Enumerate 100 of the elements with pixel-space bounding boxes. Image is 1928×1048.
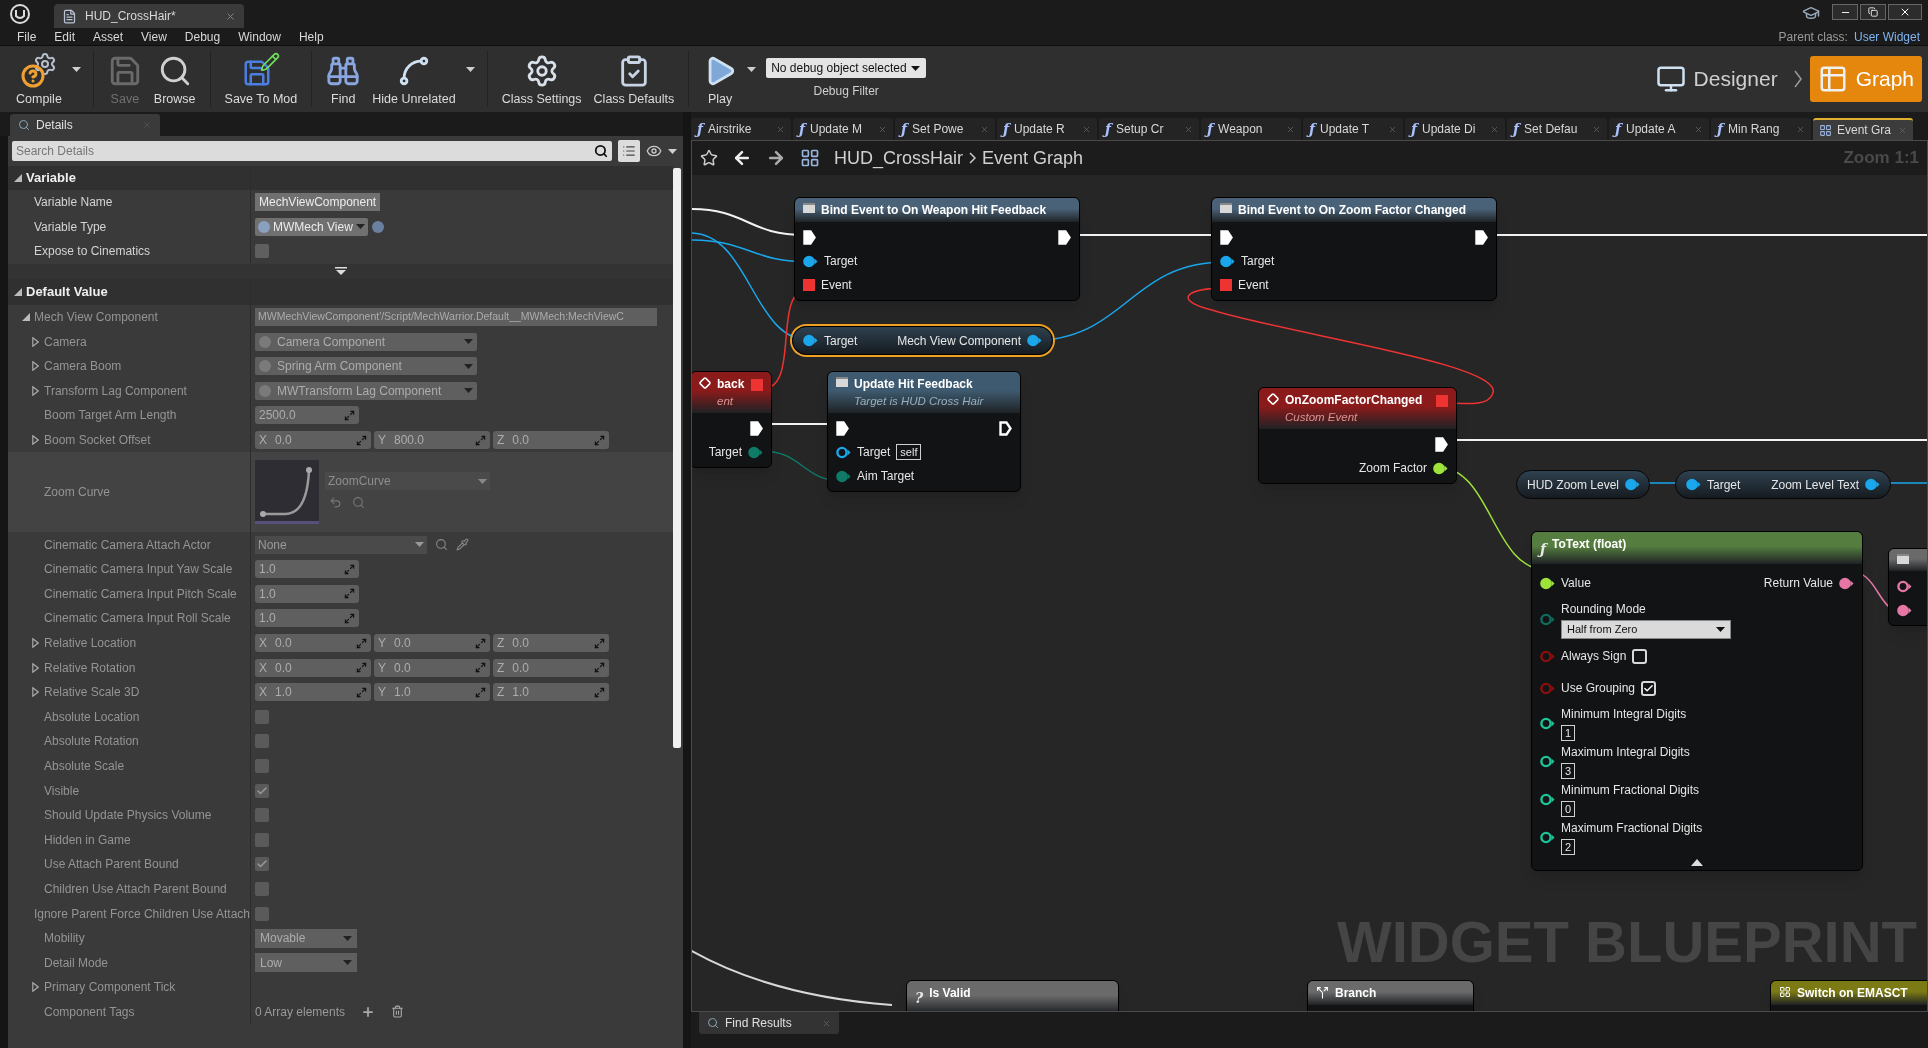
find-button[interactable]: Find <box>320 49 367 109</box>
function-tab[interactable]: ƒ Airstrike <box>691 118 791 140</box>
exec-pin[interactable] <box>1058 229 1071 245</box>
caret-icon[interactable] <box>747 66 757 72</box>
data-pin[interactable] <box>1540 754 1555 768</box>
drag-arrow-icon[interactable] <box>344 588 355 600</box>
variable-node[interactable]: Target Mech View Component <box>792 326 1053 355</box>
collapsed-arrow-icon[interactable] <box>32 982 39 993</box>
checkbox[interactable] <box>255 857 269 872</box>
forward-icon[interactable] <box>766 148 786 168</box>
function-tab[interactable]: ƒ Set Powe <box>895 118 995 140</box>
exec-pin[interactable] <box>750 420 763 436</box>
data-pin[interactable] <box>1540 792 1555 806</box>
checkbox[interactable] <box>255 709 269 724</box>
star-icon[interactable] <box>700 149 718 167</box>
collapsed-arrow-icon[interactable] <box>32 638 39 648</box>
play-button[interactable]: Play <box>697 49 744 109</box>
search-icon[interactable] <box>594 144 608 158</box>
graph-node[interactable]: Bind Event to On Weapon Hit Feedback Target Event <box>794 197 1080 301</box>
close-icon[interactable] <box>1184 124 1193 134</box>
view-options-button[interactable] <box>618 140 640 162</box>
data-pin[interactable] <box>1625 478 1641 491</box>
collapsed-arrow-icon[interactable] <box>32 336 39 347</box>
collapse-arrow-icon[interactable] <box>1691 859 1703 866</box>
data-pin[interactable] <box>1839 576 1854 590</box>
close-icon[interactable] <box>225 10 236 22</box>
drag-arrow-icon[interactable] <box>594 637 605 649</box>
browse-button[interactable]: Browse <box>147 49 202 109</box>
graph-node[interactable]: ƒ ToText (float) Value Return Value Rounding Mode Half from Zero Always Sign Use Grouping Minimum Integral Digits 1 Maximum Integral Digits 3 Minimum Fractional Digits 0 Maximum Fractional Digits 2 <box>1531 531 1863 871</box>
exec-pin[interactable] <box>999 420 1012 436</box>
function-tab[interactable]: ƒ Update T <box>1303 118 1403 140</box>
exec-pin[interactable] <box>836 420 849 436</box>
menu-item[interactable]: Asset <box>84 27 133 46</box>
back-icon[interactable] <box>732 148 752 168</box>
menu-item[interactable]: Debug <box>175 27 230 46</box>
back-arrow-icon[interactable] <box>329 496 342 510</box>
close-icon[interactable] <box>1388 124 1397 134</box>
menu-item[interactable]: View <box>132 27 176 46</box>
pin-value-field[interactable]: 0 <box>1561 801 1576 817</box>
function-tab[interactable]: ƒ Update Di <box>1405 118 1505 140</box>
checkbox[interactable] <box>255 734 269 749</box>
drag-arrow-icon[interactable] <box>475 686 486 698</box>
class-settings-button[interactable]: Class Settings <box>495 49 588 109</box>
eye-icon[interactable] <box>646 143 662 159</box>
close-button[interactable] <box>1888 4 1922 20</box>
breadcrumb-item[interactable]: HUD_CrossHair <box>834 144 963 172</box>
details-tab[interactable]: Details <box>10 114 160 136</box>
data-pin[interactable] <box>1897 579 1912 593</box>
data-pin[interactable] <box>836 445 851 459</box>
data-pin[interactable] <box>803 254 818 268</box>
parent-class-link[interactable]: User Widget <box>1853 27 1920 46</box>
drag-arrow-icon[interactable] <box>356 686 367 698</box>
name-field[interactable]: MechViewComponent <box>255 193 381 212</box>
drag-arrow-icon[interactable] <box>356 637 367 649</box>
checkbox[interactable] <box>255 881 269 896</box>
menu-item[interactable]: Help <box>289 27 333 46</box>
exec-pin[interactable] <box>803 229 816 245</box>
checkbox[interactable] <box>255 783 269 798</box>
checkbox[interactable] <box>255 244 269 259</box>
data-pin[interactable] <box>1220 254 1235 268</box>
data-pin[interactable] <box>1433 461 1448 475</box>
drag-arrow-icon[interactable] <box>356 662 367 674</box>
pin-value-field[interactable]: self <box>896 444 922 461</box>
exec-pin[interactable] <box>1435 436 1448 452</box>
data-pin[interactable] <box>1540 576 1555 590</box>
pin-dropdown[interactable]: Half from Zero <box>1561 620 1731 639</box>
pin-checkbox[interactable] <box>1632 648 1648 664</box>
graph-node[interactable]: back ent Target <box>692 371 772 469</box>
graph-node[interactable]: Update Hit Feedback Target is HUD Cross Hair Target self Aim Target <box>827 371 1021 493</box>
data-pin[interactable] <box>1027 334 1042 347</box>
trash-icon[interactable] <box>391 1005 405 1019</box>
graduation-cap-icon[interactable] <box>1802 4 1820 22</box>
pin-value-field[interactable]: 1 <box>1561 725 1576 741</box>
drag-arrow-icon[interactable] <box>594 434 605 446</box>
drag-arrow-icon[interactable] <box>594 686 605 698</box>
eyedropper-icon[interactable] <box>456 538 469 552</box>
data-pin[interactable] <box>1540 716 1555 730</box>
document-tab[interactable]: HUD_CrossHair* <box>54 4 244 28</box>
graph-node[interactable]: Switch on EMASCT <box>1770 980 1927 1011</box>
checkbox[interactable] <box>255 832 269 847</box>
hide-unrelated-button[interactable]: Hide Unrelated <box>366 49 462 109</box>
function-tab[interactable]: ƒ Setup Cr <box>1099 118 1199 140</box>
graph-node[interactable]: Branch <box>1307 980 1474 1011</box>
drag-arrow-icon[interactable] <box>344 409 355 421</box>
checkbox[interactable] <box>255 906 269 921</box>
expanded-arrow-icon[interactable] <box>14 287 22 296</box>
graph-node[interactable]: ? Is Valid <box>906 980 1119 1011</box>
drag-arrow-icon[interactable] <box>475 637 486 649</box>
save-to-mod-button[interactable]: Save To Mod <box>218 49 304 109</box>
close-icon[interactable] <box>776 124 785 134</box>
close-icon[interactable] <box>1796 124 1805 134</box>
graph-node[interactable]: OnZoomFactorChanged Custom Event Zoom Factor <box>1258 387 1457 485</box>
search-field[interactable]: Search Details <box>12 141 590 161</box>
variable-node[interactable]: Target Zoom Level Text <box>1675 470 1891 499</box>
close-icon[interactable] <box>1286 124 1295 134</box>
close-icon[interactable] <box>1694 124 1703 134</box>
drag-arrow-icon[interactable] <box>594 662 605 674</box>
pin-value-field[interactable]: 3 <box>1561 763 1576 779</box>
debug-filter-dropdown[interactable]: No debug object selected <box>766 58 927 78</box>
exec-pin[interactable] <box>1220 229 1233 245</box>
